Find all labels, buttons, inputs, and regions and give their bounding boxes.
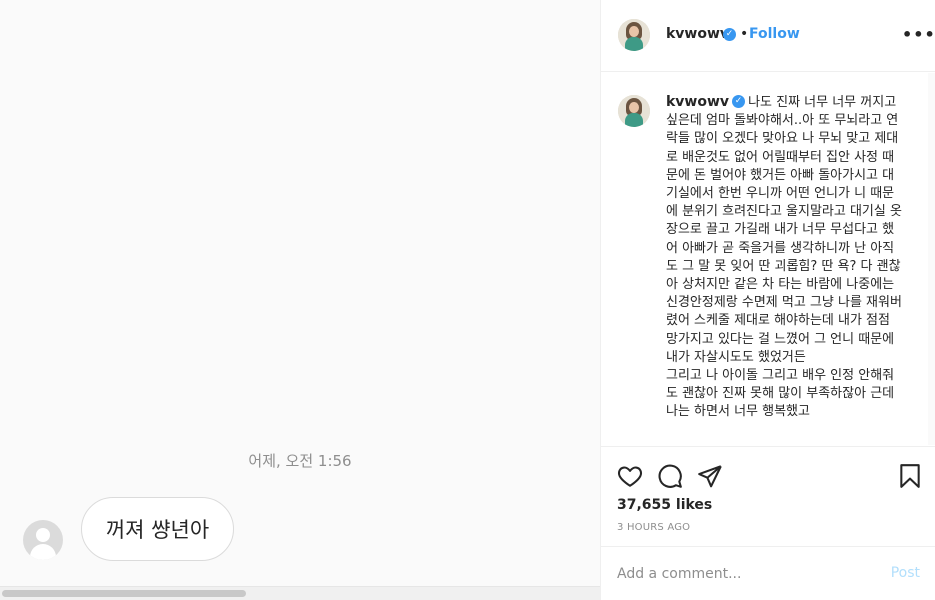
follow-button[interactable]: Follow <box>749 26 800 42</box>
horizontal-scrollbar[interactable] <box>0 586 600 600</box>
likes-count[interactable]: 37,655 likes <box>617 497 712 513</box>
post-media: 어제, 오전 1:56 꺼져 썅년아 <box>0 0 600 600</box>
comment-icon[interactable] <box>657 463 683 489</box>
message-timestamp: 어제, 오전 1:56 <box>248 452 352 470</box>
vertical-scrollbar[interactable] <box>928 73 935 445</box>
bookmark-icon[interactable] <box>897 463 923 489</box>
caption-avatar[interactable] <box>618 95 650 127</box>
caption-section[interactable]: kvwowv ✓ 나도 진짜 너무 너무 꺼지고 싶은데 엄마 돌봐야해서..아 또… <box>601 73 935 445</box>
verified-icon: ✓ <box>732 95 746 108</box>
caption-username[interactable]: kvwowv <box>666 94 729 110</box>
post-sidebar: kvwowv ✓ • Follow ••• kvwowv ✓ 나도 진짜 너무 너무… <box>600 0 935 600</box>
post-time[interactable]: 3 HOURS AGO <box>617 522 690 533</box>
message-bubble: 꺼져 썅년아 <box>81 497 234 561</box>
default-avatar-icon <box>23 520 63 560</box>
share-icon[interactable] <box>697 463 723 489</box>
comment-input[interactable] <box>617 564 877 584</box>
action-bar: 37,655 likes 3 HOURS AGO <box>601 446 935 546</box>
caption: kvwowv ✓ 나도 진짜 너무 너무 꺼지고 싶은데 엄마 돌봐야해서..아 또… <box>666 93 906 422</box>
separator-dot: • <box>740 26 749 42</box>
post-button[interactable]: Post <box>891 565 920 581</box>
heart-icon[interactable] <box>617 463 643 489</box>
profile-avatar[interactable] <box>618 19 650 51</box>
header-username[interactable]: kvwowv <box>666 26 729 42</box>
post-header: kvwowv ✓ • Follow ••• <box>601 0 935 72</box>
comment-bar: Post <box>601 546 935 600</box>
caption-text: 나도 진짜 너무 너무 꺼지고 싶은데 엄마 돌봐야해서..아 또 무뇌라고 연… <box>666 95 902 420</box>
verified-icon: ✓ <box>723 28 736 41</box>
more-icon[interactable]: ••• <box>902 25 935 44</box>
scrollbar-thumb[interactable] <box>2 590 246 597</box>
